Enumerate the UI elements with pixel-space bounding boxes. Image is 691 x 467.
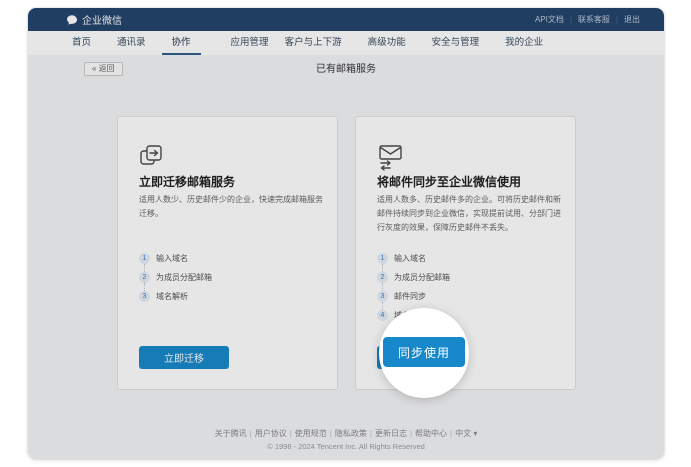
sync-use-button[interactable]: 同步使用 (383, 337, 465, 367)
dim-overlay (28, 8, 664, 459)
app-window: 企业微信 API文档 | 联系客服 | 退出 首页 通讯录 协作 应用管理 客户… (28, 8, 664, 459)
